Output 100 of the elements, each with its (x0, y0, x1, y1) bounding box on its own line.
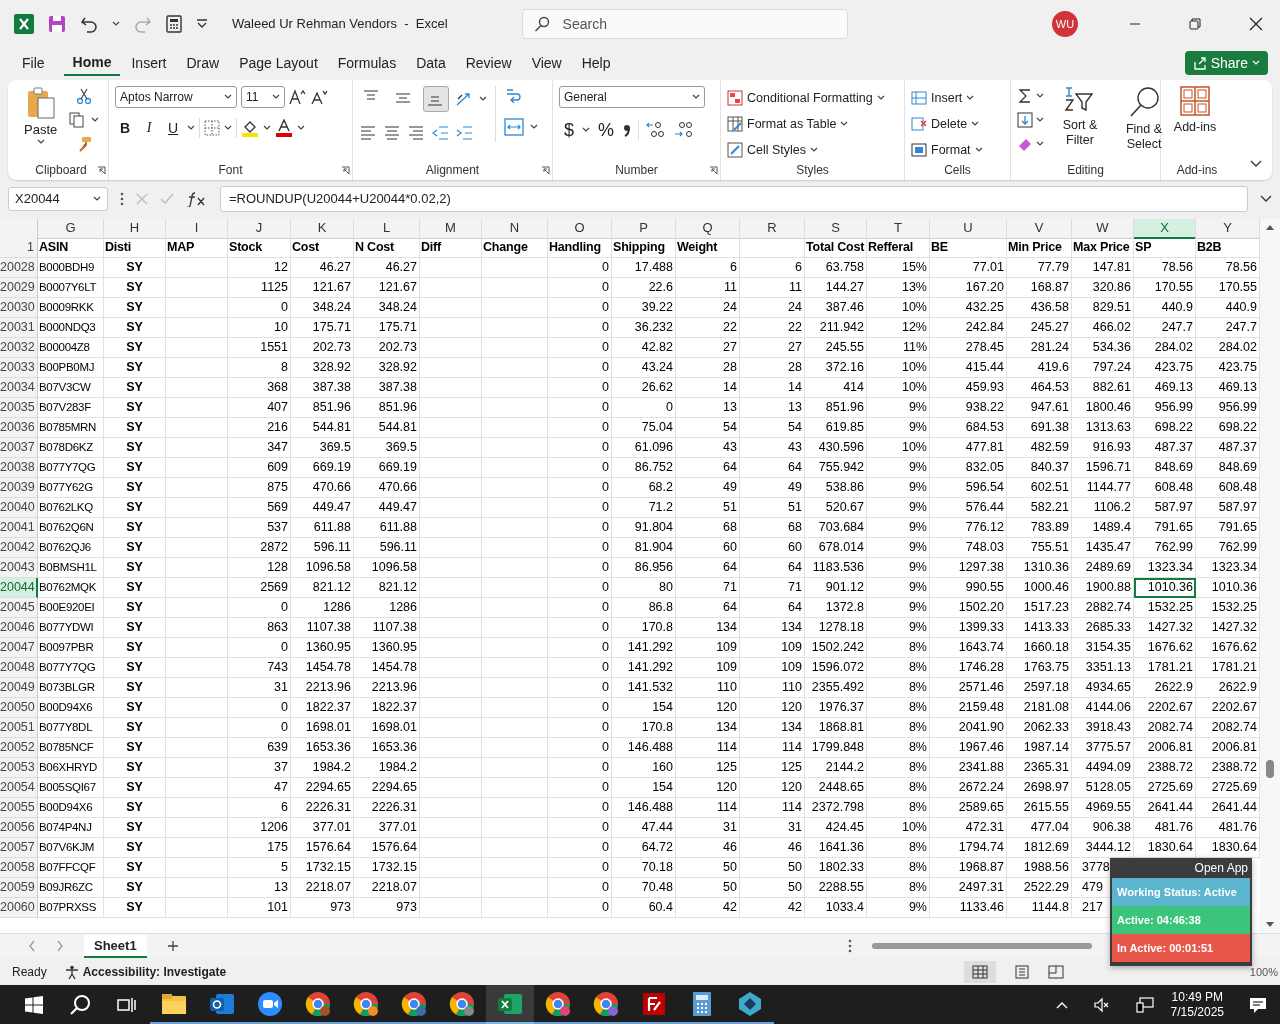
table-cell[interactable]: 26.62 (612, 377, 676, 398)
table-cell[interactable]: 0 (548, 257, 612, 278)
share-button[interactable]: Share (1184, 50, 1268, 75)
table-cell[interactable]: 47.44 (612, 817, 676, 838)
table-cell[interactable]: 2144.2 (805, 757, 867, 778)
table-cell[interactable]: 2641.44 (1134, 797, 1196, 818)
table-cell[interactable]: 11% (867, 337, 930, 358)
table-cell[interactable]: 0 (548, 397, 612, 418)
table-cell[interactable]: SY (104, 497, 166, 518)
table-cell[interactable]: 22 (740, 317, 805, 338)
table-cell[interactable]: 9% (867, 597, 930, 618)
table-cell[interactable]: 4934.65 (1072, 677, 1134, 698)
table-cell[interactable]: 170.8 (612, 717, 676, 738)
table-cell[interactable]: B00PB0MJ (38, 357, 104, 378)
browser-icon[interactable] (352, 989, 380, 1018)
search-field[interactable]: Search (521, 8, 848, 39)
table-cell[interactable]: 8% (867, 777, 930, 798)
table-cell[interactable]: 851.96 (354, 397, 420, 418)
table-cell[interactable]: 1183.536 (805, 557, 867, 578)
table-cell[interactable]: 0 (548, 277, 612, 298)
row-header[interactable]: 20048 (0, 657, 38, 678)
table-cell[interactable]: 121.67 (354, 277, 420, 298)
table-cell[interactable]: 170.8 (612, 617, 676, 638)
ribbon-tab[interactable]: Help (572, 50, 620, 75)
caret-icon[interactable] (112, 21, 120, 27)
table-cell[interactable]: 1286 (354, 597, 420, 618)
table-cell[interactable]: 2597.18 (1007, 677, 1072, 698)
ribbon-menu-button[interactable]: Conditional Formatting (727, 87, 885, 108)
table-cell[interactable]: SY (104, 657, 166, 678)
table-cell[interactable]: 0 (548, 737, 612, 758)
table-cell[interactable]: SY (104, 277, 166, 298)
ribbon-menu-button[interactable]: Cell Styles (727, 139, 819, 160)
speaker-muted-icon[interactable] (1093, 996, 1110, 1013)
table-cell[interactable]: 0 (548, 877, 612, 898)
caret-icon[interactable] (187, 125, 195, 131)
table-cell[interactable]: 2365.31 (1007, 757, 1072, 778)
video-call-icon[interactable] (256, 989, 284, 1018)
table-cell[interactable]: SY (104, 397, 166, 418)
add-sheet-icon[interactable] (166, 940, 179, 953)
table-cell[interactable]: B00D94X6 (38, 797, 104, 818)
table-cell[interactable]: 86.8 (612, 597, 676, 618)
percent-button[interactable]: % (596, 119, 616, 140)
save-icon[interactable] (48, 14, 66, 33)
table-cell[interactable]: 50 (740, 877, 805, 898)
caret-icon[interactable] (1036, 141, 1044, 147)
caret-icon[interactable] (297, 125, 305, 131)
ribbon-tab[interactable]: Page Layout (230, 50, 327, 75)
table-cell[interactable]: B074P4NJ (38, 817, 104, 838)
table-cell[interactable]: 8% (867, 877, 930, 898)
table-cell[interactable]: 216 (228, 417, 291, 438)
table-cell[interactable]: 86.956 (612, 557, 676, 578)
table-cell[interactable]: 2569 (228, 577, 291, 598)
table-cell[interactable]: 120 (676, 777, 740, 798)
table-cell[interactable]: B005SQI67 (38, 777, 104, 798)
ribbon-menu-button[interactable]: Insert (911, 87, 975, 108)
table-cell[interactable]: SY (104, 737, 166, 758)
table-cell[interactable]: 28 (740, 357, 805, 378)
font-color-icon[interactable] (275, 118, 293, 137)
table-cell[interactable]: 0 (548, 317, 612, 338)
table-cell[interactable]: 0 (548, 517, 612, 538)
table-cell[interactable]: 50 (740, 857, 805, 878)
table-cell[interactable]: 247.7 (1134, 317, 1196, 338)
table-cell[interactable]: 2294.65 (291, 777, 354, 798)
column-header[interactable]: J (228, 218, 291, 239)
table-cell[interactable]: 482.59 (1007, 437, 1072, 458)
column-header[interactable]: T (867, 218, 930, 239)
row-header[interactable]: 20057 (0, 837, 38, 858)
table-cell[interactable]: 678.014 (805, 537, 867, 558)
table-cell[interactable]: 1596.072 (805, 657, 867, 678)
column-header[interactable]: X (1134, 218, 1196, 239)
ribbon-big-button[interactable]: Sort & Filter (1052, 85, 1108, 148)
row-header[interactable]: 20056 (0, 817, 38, 838)
table-cell[interactable]: 1984.2 (291, 757, 354, 778)
table-cell[interactable]: 175 (228, 837, 291, 858)
more-icon[interactable] (848, 939, 852, 954)
table-cell[interactable]: 109 (740, 657, 805, 678)
close-icon[interactable] (1249, 16, 1263, 31)
table-cell[interactable]: SY (104, 777, 166, 798)
table-cell[interactable]: 582.21 (1007, 497, 1072, 518)
table-cell[interactable]: 54 (740, 417, 805, 438)
table-cell[interactable]: 0 (548, 697, 612, 718)
currency-button[interactable]: $ (559, 119, 579, 140)
excel-logo-icon[interactable] (14, 13, 34, 34)
table-cell[interactable]: 414 (805, 377, 867, 398)
table-cell[interactable]: SY (104, 817, 166, 838)
table-cell[interactable]: 875 (228, 477, 291, 498)
table-cell[interactable]: 328.92 (291, 357, 354, 378)
table-cell[interactable]: 368 (228, 377, 291, 398)
table-cell[interactable]: 369.5 (291, 437, 354, 458)
table-cell[interactable]: SY (104, 617, 166, 638)
table-cell[interactable]: 2615.55 (1007, 797, 1072, 818)
table-cell[interactable]: 1660.18 (1007, 637, 1072, 658)
table-cell[interactable]: 49 (676, 477, 740, 498)
table-cell[interactable]: 114 (676, 737, 740, 758)
table-cell[interactable]: 2062.33 (1007, 717, 1072, 738)
table-cell[interactable]: 2213.96 (291, 677, 354, 698)
table-cell[interactable]: 10% (867, 437, 930, 458)
table-cell[interactable]: 78.56 (1134, 257, 1196, 278)
table-cell[interactable]: 27 (676, 337, 740, 358)
browser-icon[interactable] (448, 989, 476, 1018)
